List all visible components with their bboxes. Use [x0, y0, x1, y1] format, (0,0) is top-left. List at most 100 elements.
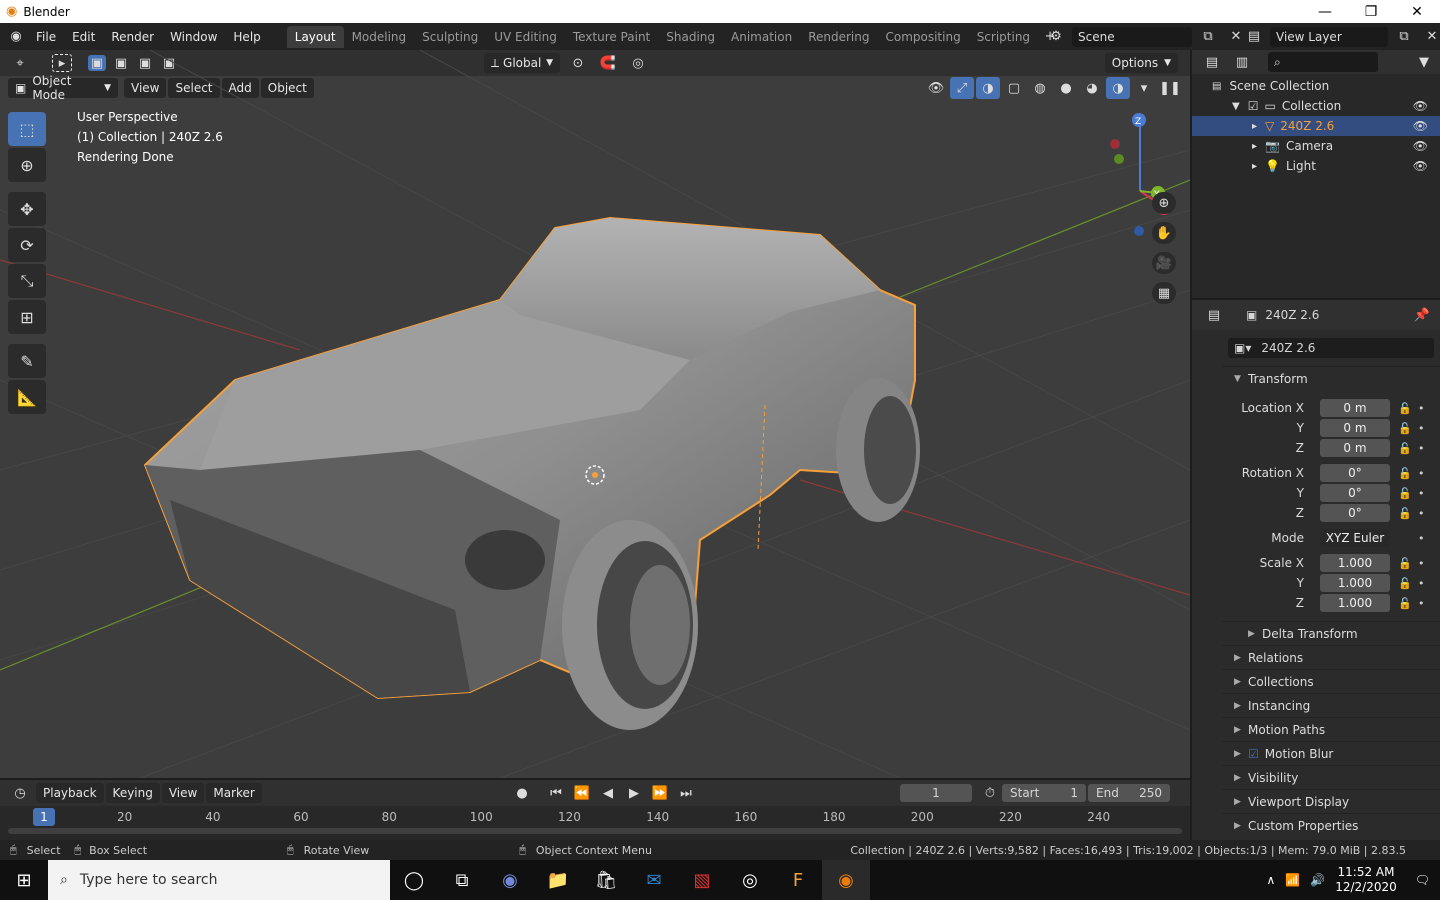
- next-keyframe-icon[interactable]: ⏩: [648, 782, 672, 804]
- chrome-icon[interactable]: ◎: [726, 860, 774, 900]
- tab-modeling[interactable]: Modeling: [344, 26, 415, 48]
- camera-view-icon[interactable]: 🎥: [1152, 252, 1176, 274]
- pdf-reader-icon[interactable]: ▧: [678, 860, 726, 900]
- keyframe-dot-icon[interactable]: •: [1418, 467, 1425, 480]
- outliner-row[interactable]: ▸ 💡 Light 👁: [1192, 156, 1440, 176]
- expand-arrow-icon[interactable]: ▸: [1252, 161, 1257, 172]
- lock-icon[interactable]: 🔓: [1398, 467, 1412, 480]
- keyframe-dot-icon[interactable]: •: [1418, 422, 1425, 435]
- panel-viewport-display[interactable]: ▶ Viewport Display: [1222, 789, 1440, 813]
- keyframe-dot-icon[interactable]: •: [1418, 557, 1425, 570]
- expand-arrow-icon[interactable]: ▼: [1232, 101, 1240, 112]
- end-frame-field[interactable]: End 250: [1088, 784, 1170, 802]
- record-icon[interactable]: ●: [510, 782, 534, 804]
- timeline-menu-keying[interactable]: Keying: [105, 783, 160, 803]
- taskbar-search[interactable]: ⌕ Type here to search: [48, 860, 390, 900]
- menu-file[interactable]: File: [28, 26, 64, 48]
- panel-instancing[interactable]: ▶ Instancing: [1222, 693, 1440, 717]
- menu-render[interactable]: Render: [103, 26, 162, 48]
- jump-start-icon[interactable]: ⏮: [544, 782, 568, 804]
- keyframe-dot-icon[interactable]: •: [1418, 507, 1425, 520]
- panel-custom-properties[interactable]: ▶ Custom Properties: [1222, 813, 1440, 837]
- panel-motion-blur[interactable]: ▶ ☑ Motion Blur: [1222, 741, 1440, 765]
- outliner-row[interactable]: ▸ ▽ 240Z 2.6 👁: [1192, 116, 1440, 136]
- tab-sculpting[interactable]: Sculpting: [414, 26, 486, 48]
- lock-icon[interactable]: 🔓: [1398, 402, 1412, 415]
- keyframe-dot-icon[interactable]: •: [1418, 402, 1425, 415]
- lock-icon[interactable]: 🔓: [1398, 597, 1412, 610]
- panel-motion-paths[interactable]: ▶ Motion Paths: [1222, 717, 1440, 741]
- tray-chevron-icon[interactable]: ∧: [1267, 873, 1276, 887]
- maximize-button[interactable]: ❐: [1348, 0, 1394, 23]
- location-y-field[interactable]: 0 m: [1320, 419, 1390, 437]
- tab-compositing[interactable]: Compositing: [877, 26, 968, 48]
- visibility-eye-icon[interactable]: 👁: [1413, 139, 1428, 153]
- blender-taskbar-icon[interactable]: ◉: [822, 860, 870, 900]
- checkbox-icon[interactable]: ☑: [1248, 99, 1259, 113]
- tab-uv-editing[interactable]: UV Editing: [486, 26, 565, 48]
- keyframe-dot-icon[interactable]: •: [1418, 487, 1425, 500]
- editor-type-icon[interactable]: ◷: [8, 782, 32, 804]
- current-frame-field[interactable]: 1: [900, 784, 972, 802]
- tab-rendering[interactable]: Rendering: [800, 26, 877, 48]
- timeline-menu-marker[interactable]: Marker: [206, 783, 262, 803]
- timeline-menu-view[interactable]: View: [161, 783, 205, 803]
- expand-arrow-icon[interactable]: ▸: [1252, 121, 1257, 132]
- rotation-mode-dropdown[interactable]: XYZ Euler: [1320, 529, 1390, 547]
- clock[interactable]: 11:52 AM 12/2/2020: [1335, 865, 1397, 895]
- file-explorer-icon[interactable]: 📁: [534, 860, 582, 900]
- zoom-icon[interactable]: ⊕: [1152, 192, 1176, 214]
- scale-tool-icon[interactable]: ⤡: [8, 264, 46, 298]
- tab-layout[interactable]: Layout: [286, 25, 344, 48]
- object-name-field[interactable]: ▣▾ 240Z 2.6: [1228, 338, 1434, 358]
- keyframe-dot-icon[interactable]: •: [1418, 577, 1425, 590]
- scale-z-field[interactable]: 1.000: [1320, 594, 1390, 612]
- discord-icon[interactable]: ◉: [486, 860, 534, 900]
- play-reverse-icon[interactable]: ◀: [596, 782, 620, 804]
- lock-icon[interactable]: 🔓: [1398, 557, 1412, 570]
- outliner-row[interactable]: ▸ 📷 Camera 👁: [1192, 136, 1440, 156]
- scene-field[interactable]: Scene: [1072, 26, 1192, 47]
- timer-icon[interactable]: ⏱: [978, 782, 1002, 804]
- outliner-search-input[interactable]: ⌕: [1268, 52, 1378, 72]
- scale-y-field[interactable]: 1.000: [1320, 574, 1390, 592]
- rotation-x-field[interactable]: 0°: [1320, 464, 1390, 482]
- play-icon[interactable]: ▶: [622, 782, 646, 804]
- lock-icon[interactable]: 🔓: [1398, 507, 1412, 520]
- store-icon[interactable]: 🛍: [582, 860, 630, 900]
- delete-view-layer-icon[interactable]: ✕: [1420, 26, 1440, 48]
- windows-start-icon[interactable]: ⊞: [0, 860, 48, 900]
- outliner-row[interactable]: ▼ ☑ ▭ Collection 👁: [1192, 96, 1440, 116]
- network-icon[interactable]: 📶: [1285, 873, 1300, 887]
- tab-scripting[interactable]: Scripting: [969, 26, 1038, 48]
- new-scene-icon[interactable]: ⧉: [1196, 26, 1220, 48]
- scale-x-field[interactable]: 1.000: [1320, 554, 1390, 572]
- lock-icon[interactable]: 🔓: [1398, 442, 1412, 455]
- location-x-field[interactable]: 0 m: [1320, 399, 1390, 417]
- blender-menu-icon[interactable]: ◉: [4, 26, 28, 48]
- minimize-button[interactable]: —: [1302, 0, 1348, 23]
- checkbox-icon[interactable]: ☑: [1248, 747, 1259, 761]
- display-mode-icon[interactable]: ▥: [1230, 51, 1254, 73]
- rotate-tool-icon[interactable]: ⟳: [8, 228, 46, 262]
- cursor-tool-icon[interactable]: ⊕: [8, 148, 46, 182]
- annotate-tool-icon[interactable]: ✎: [8, 344, 46, 378]
- transform-tool-icon[interactable]: ⊞: [8, 300, 46, 334]
- scene-icon[interactable]: ⚙: [1044, 26, 1068, 48]
- measure-tool-icon[interactable]: 📐: [8, 380, 46, 414]
- view-layer-field[interactable]: View Layer: [1270, 26, 1388, 47]
- editor-type-icon[interactable]: ▤: [1202, 304, 1226, 326]
- close-button[interactable]: ✕: [1394, 0, 1440, 23]
- timeline-menu-playback[interactable]: Playback: [36, 783, 104, 803]
- timeline-scrollbar[interactable]: [8, 828, 1182, 834]
- 3d-viewport[interactable]: ⌖ ▸ ▣ ▣ ▣ ▣ ⟂ Global ▼ ⊙ 🧲 ◎ Options ▼ ▣…: [0, 50, 1190, 778]
- fusion-icon[interactable]: F: [774, 860, 822, 900]
- task-view-icon[interactable]: ⧉: [438, 860, 486, 900]
- outliner-row[interactable]: ▤ Scene Collection: [1192, 76, 1440, 96]
- view-layer-icon[interactable]: ▤: [1242, 26, 1266, 48]
- car-model[interactable]: [143, 216, 920, 730]
- panel-visibility[interactable]: ▶ Visibility: [1222, 765, 1440, 789]
- visibility-eye-icon[interactable]: 👁: [1413, 159, 1428, 173]
- lock-icon[interactable]: 🔓: [1398, 577, 1412, 590]
- tab-texture-paint[interactable]: Texture Paint: [565, 26, 658, 48]
